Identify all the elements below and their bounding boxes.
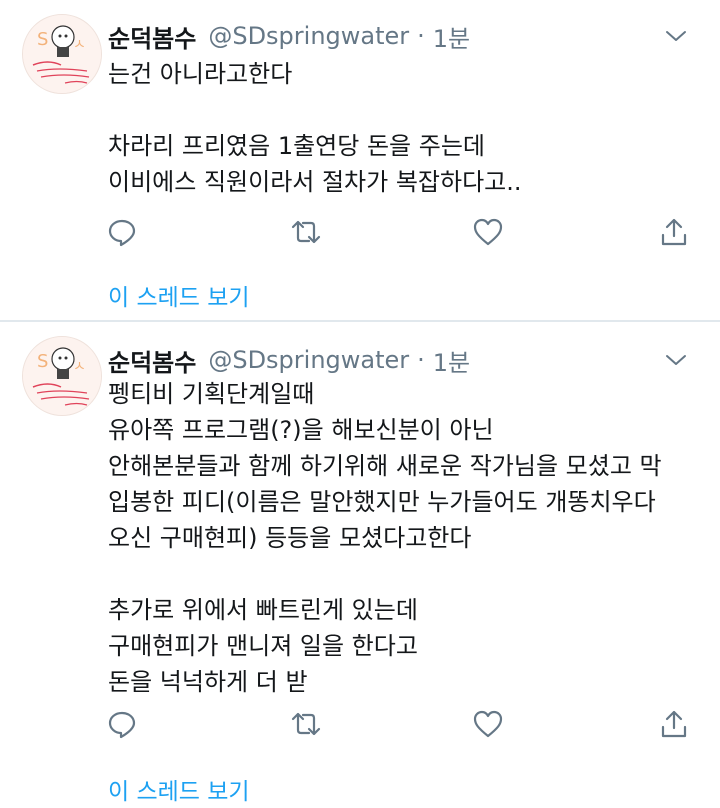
tweet-text-line: 이비에스 직원이라서 절차가 복잡하다고.. — [108, 168, 522, 196]
share-icon[interactable] — [656, 706, 692, 742]
author-handle[interactable]: @SDspringwater — [208, 22, 409, 50]
svg-text:ㅅ: ㅅ — [73, 37, 86, 53]
tweet-text-line: 는건 아니라고한다 — [108, 60, 293, 88]
show-thread-link[interactable]: 이 스레드 보기 — [108, 772, 250, 806]
timestamp[interactable]: 1분 — [433, 19, 470, 54]
separator: · — [417, 346, 425, 374]
timestamp[interactable]: 1분 — [433, 343, 470, 378]
tweet-text-line: 펭티비 기획단계일때 — [108, 380, 315, 408]
share-icon[interactable] — [656, 214, 692, 250]
tweet-text-line: 안해본분들과 함께 하기위해 새로운 작가님을 모셨고 막 — [108, 452, 662, 480]
chevron-down-icon[interactable] — [664, 348, 688, 372]
avatar[interactable]: S ㅅ — [22, 14, 102, 94]
tweet-text-line: 차라리 프리였음 1출연당 돈을 주는데 — [108, 132, 485, 160]
show-thread-link[interactable]: 이 스레드 보기 — [108, 278, 250, 312]
avatar[interactable]: S ㅅ — [22, 336, 102, 416]
author-handle[interactable]: @SDspringwater — [208, 346, 409, 374]
tweet-text-line: 돈을 넉넉하게 더 받 — [108, 668, 308, 696]
svg-text:ㅅ: ㅅ — [73, 359, 86, 375]
tweet-actions — [0, 214, 720, 250]
tweet-text: 는건 아니라고한다 차라리 프리였음 1출연당 돈을 주는데 이비에스 직원이라… — [108, 56, 708, 200]
tweet[interactable]: S ㅅ 순덕봄수 @SDspringwater · 1분 는건 아니라고한다 차… — [0, 0, 720, 320]
tweet-text-line: 오신 구매현피) 등등을 모셨다고한다 — [108, 524, 472, 552]
heart-icon[interactable] — [470, 214, 506, 250]
tweet-header: 순덕봄수 @SDspringwater · 1분 — [108, 342, 470, 378]
tweet-header: 순덕봄수 @SDspringwater · 1분 — [108, 18, 470, 54]
retweet-icon[interactable] — [288, 706, 324, 742]
svg-text:S: S — [37, 351, 48, 372]
retweet-icon[interactable] — [288, 214, 324, 250]
tweet-actions — [0, 706, 720, 742]
tweet-text: 펭티비 기획단계일때 유아쪽 프로그램(?)을 해보신분이 아닌 안해본분들과 … — [108, 376, 708, 700]
reply-icon[interactable] — [104, 214, 140, 250]
author-name[interactable]: 순덕봄수 — [108, 19, 196, 54]
reply-icon[interactable] — [104, 706, 140, 742]
author-name[interactable]: 순덕봄수 — [108, 343, 196, 378]
tweet-text-line: 추가로 위에서 빠트린게 있는데 — [108, 596, 418, 624]
chevron-down-icon[interactable] — [664, 24, 688, 48]
tweet-text-line: 구매현피가 맨니져 일을 한다고 — [108, 632, 418, 660]
separator: · — [417, 22, 425, 50]
tweet[interactable]: S ㅅ 순덕봄수 @SDspringwater · 1분 펭티비 기획단계일때 … — [0, 322, 720, 808]
tweet-text-line: 유아쪽 프로그램(?)을 해보신분이 아닌 — [108, 416, 494, 444]
heart-icon[interactable] — [470, 706, 506, 742]
svg-text:S: S — [37, 29, 48, 50]
tweet-text-line: 입봉한 피디(이름은 말안했지만 누가들어도 개똥치우다 — [108, 488, 656, 516]
